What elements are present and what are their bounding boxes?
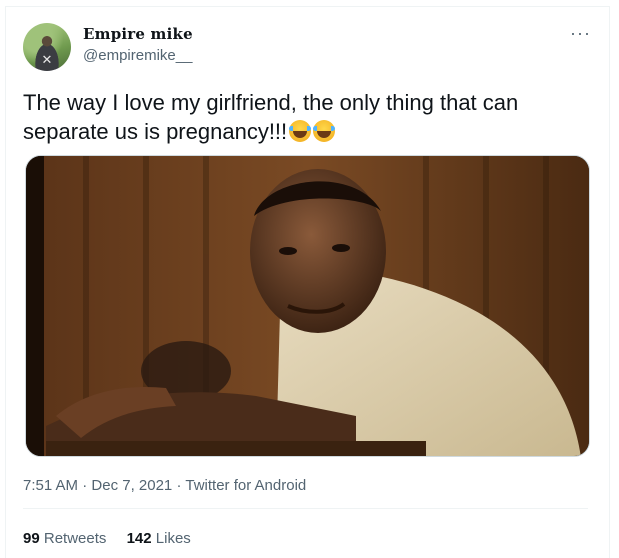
retweets-label: Retweets [43, 530, 107, 547]
photo-illustration [26, 156, 589, 456]
user-handle[interactable]: @empiremike__ [83, 47, 192, 64]
tweet-body: The way I love my girlfriend, the only t… [23, 90, 519, 144]
display-name[interactable]: Empire mike [83, 25, 193, 43]
tweet-source[interactable]: Twitter for Android [185, 477, 306, 494]
meta-separator: · [82, 477, 88, 494]
retweets-stat[interactable]: 99 Retweets [23, 530, 106, 547]
tweet-text: The way I love my girlfriend, the only t… [23, 88, 583, 146]
likes-count: 142 [126, 530, 152, 547]
avatar[interactable]: ✕ [23, 23, 71, 71]
likes-stat[interactable]: 142 Likes [127, 530, 191, 547]
shirt-logo-icon: ✕ [41, 52, 53, 67]
tears-of-joy-emoji-icon [289, 120, 312, 142]
divider [23, 508, 588, 509]
tears-of-joy-emoji-icon [313, 120, 336, 142]
meta-separator: · [176, 477, 182, 494]
retweets-count: 99 [23, 530, 40, 547]
likes-label: Likes [155, 530, 191, 547]
tweet-stats: 99 Retweets 142 Likes [23, 530, 207, 547]
tweet-date[interactable]: Dec 7, 2021 [91, 477, 172, 494]
tweet-photo[interactable] [25, 155, 590, 457]
more-options-icon[interactable]: ··· [570, 24, 591, 42]
tweet-time[interactable]: 7:51 AM [23, 477, 78, 494]
tweet-meta: 7:51 AM · Dec 7, 2021 · Twitter for Andr… [23, 477, 306, 494]
